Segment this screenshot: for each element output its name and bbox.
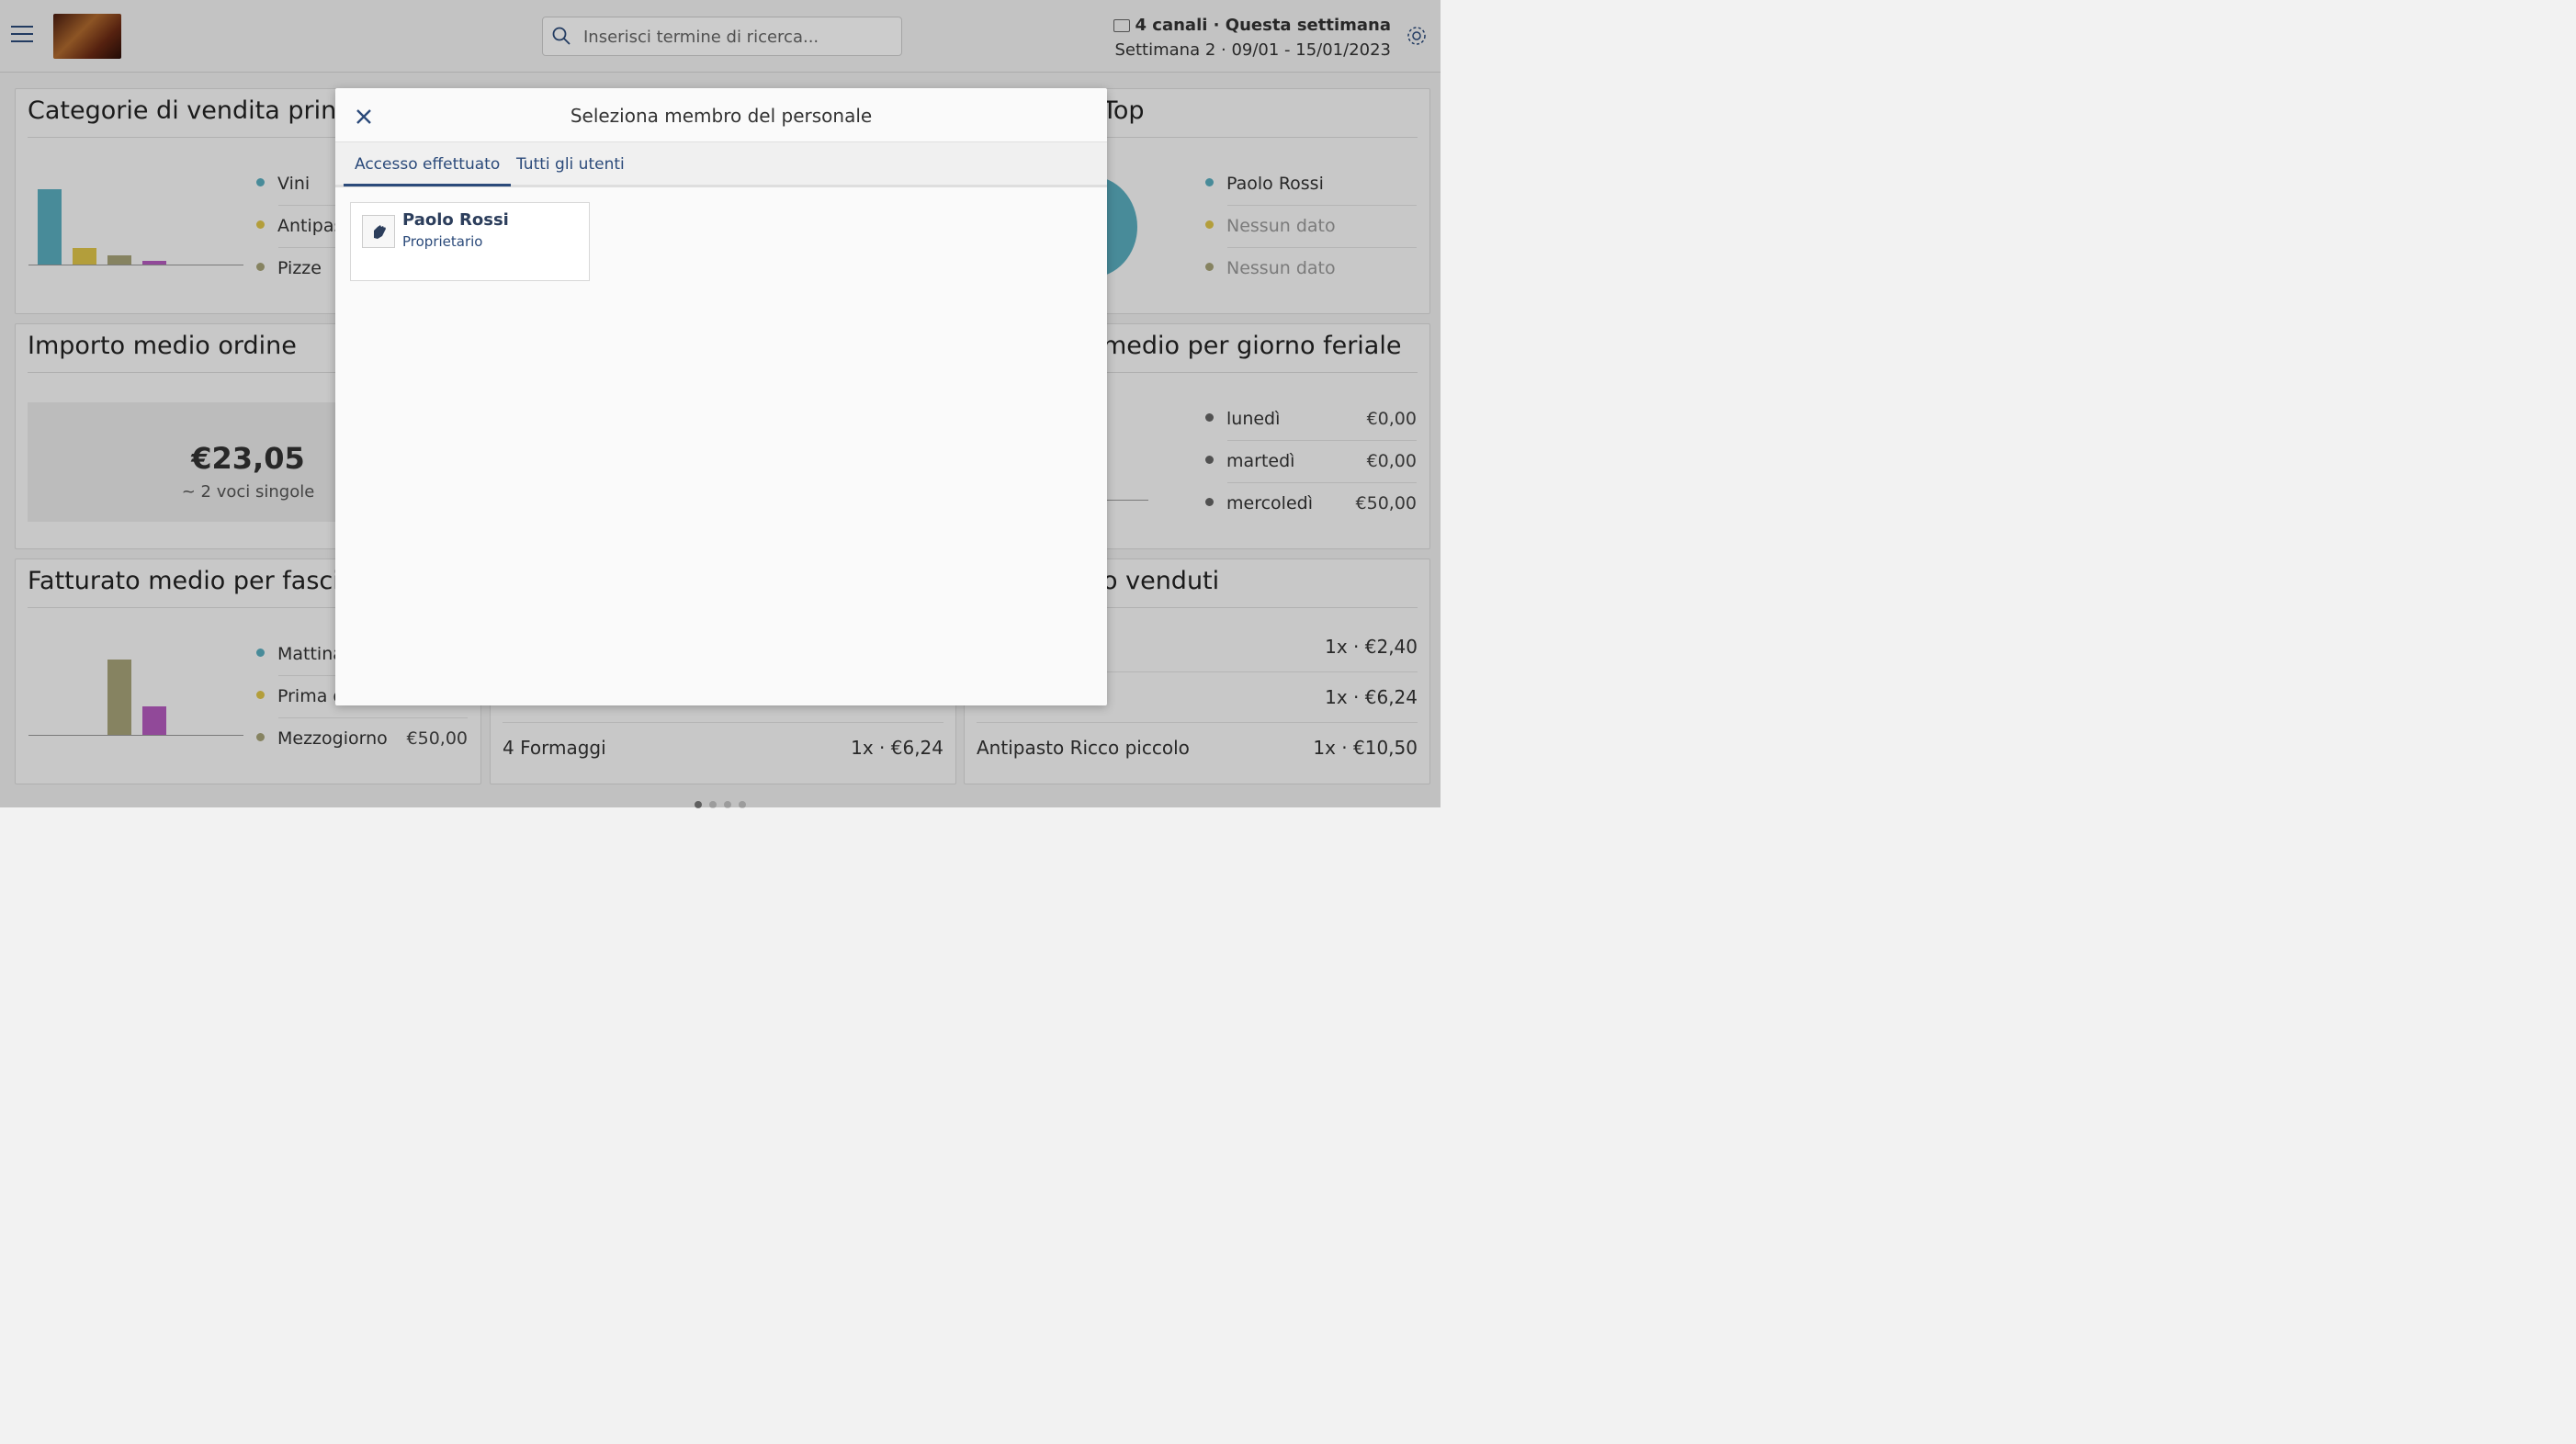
select-staff-dialog: Seleziona membro del personale Accesso e… bbox=[335, 88, 1107, 705]
staff-role: Proprietario bbox=[402, 233, 483, 250]
staff-name: Paolo Rossi bbox=[402, 210, 509, 230]
staff-member-card[interactable]: Paolo Rossi Proprietario bbox=[350, 202, 590, 281]
hand-icon bbox=[362, 215, 395, 248]
tab-logged-in[interactable]: Accesso effettuato bbox=[344, 155, 512, 186]
dialog-title: Seleziona membro del personale bbox=[570, 105, 873, 127]
dialog-header: Seleziona membro del personale bbox=[335, 88, 1107, 142]
dialog-tabs: Accesso effettuato Tutti gli utenti bbox=[335, 142, 1107, 187]
tab-all-users[interactable]: Tutti gli utenti bbox=[516, 155, 625, 174]
